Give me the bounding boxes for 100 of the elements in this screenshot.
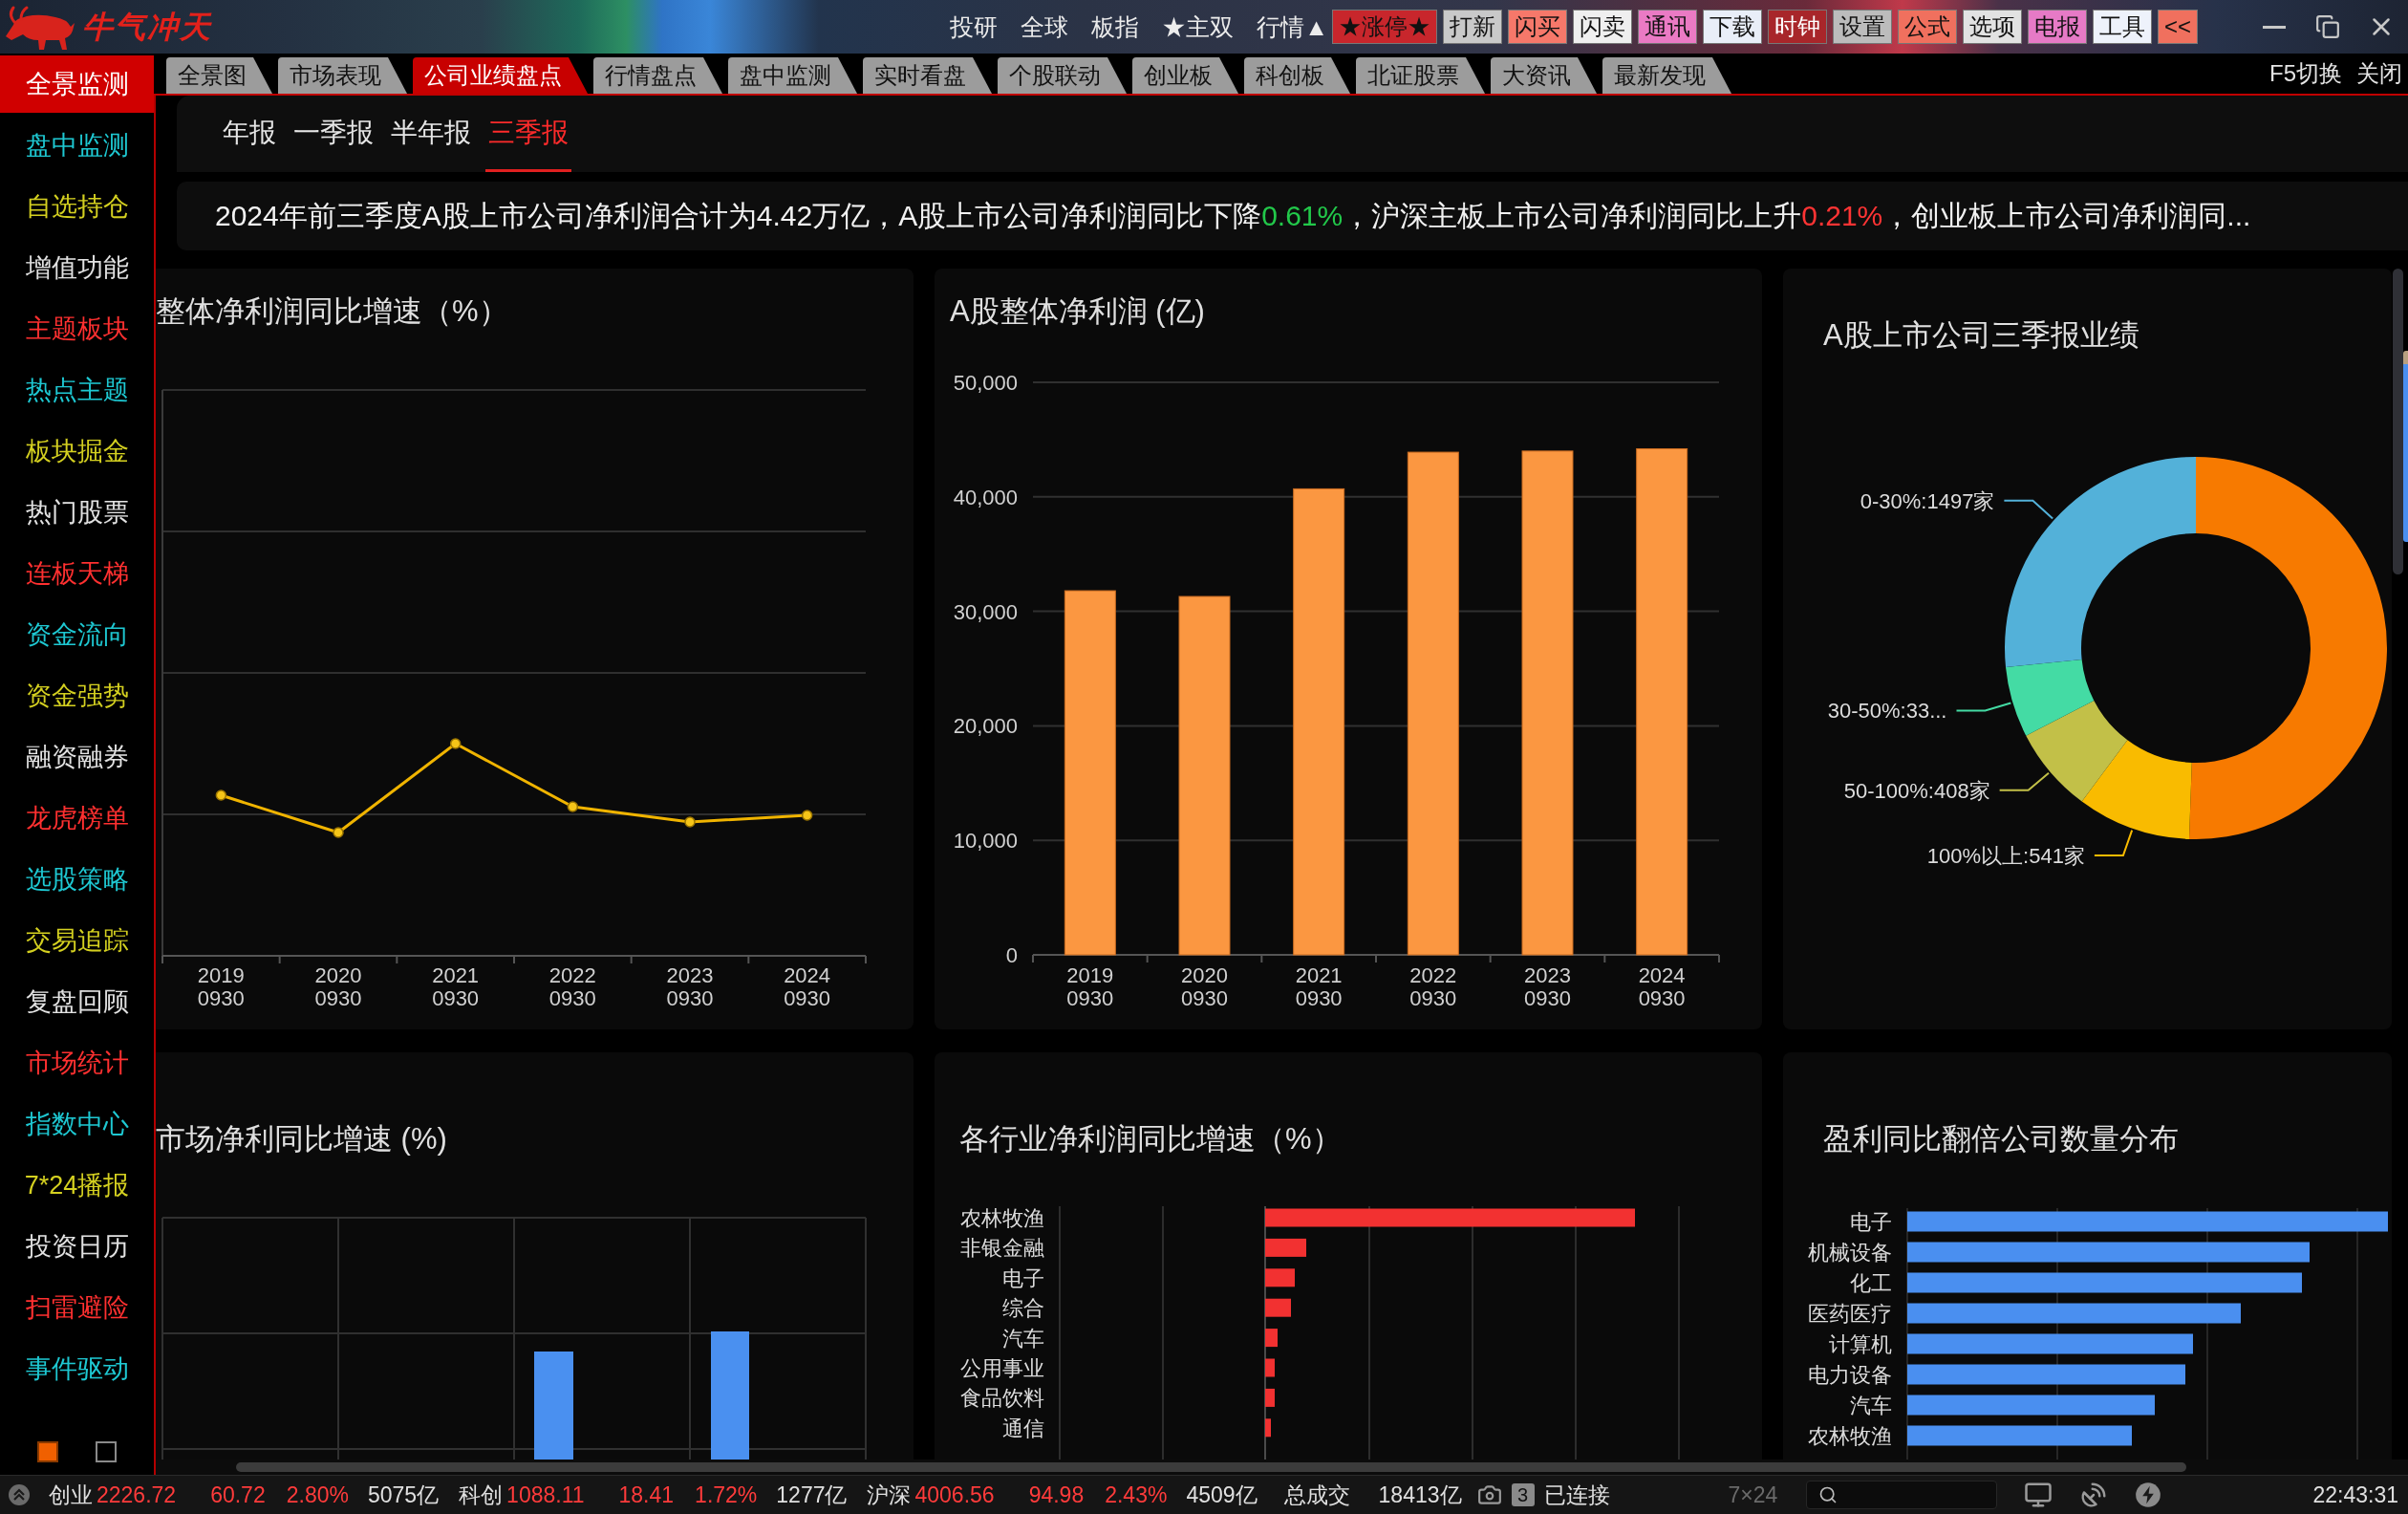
bar: [1265, 1298, 1291, 1317]
index-name: 沪深: [867, 1483, 912, 1506]
app-logo-text: 牛气冲天: [82, 11, 212, 42]
tab[interactable]: 最新发现: [1602, 57, 1731, 94]
toolbar-button[interactable]: 电报: [2027, 10, 2087, 44]
toolbar-button[interactable]: 设置: [1832, 10, 1892, 44]
report-tab[interactable]: 三季报: [485, 96, 571, 172]
monitor-icon[interactable]: [2024, 1481, 2053, 1509]
chart-title: 盈利同比翻倍公司数量分布: [1823, 1123, 2179, 1156]
sidebar-item[interactable]: 主题板块: [0, 298, 154, 359]
axis-label: 农林牧渔: [1808, 1424, 1892, 1448]
axis-label: 30,000: [953, 599, 1018, 624]
sidebar-item[interactable]: 复盘回顾: [0, 971, 154, 1032]
axis-label: 计算机: [1829, 1332, 1892, 1356]
panel-action-link[interactable]: F5切换: [2269, 62, 2342, 85]
total-label: 总成交: [1283, 1483, 1350, 1506]
tab[interactable]: 北证股票: [1356, 57, 1485, 94]
report-tab[interactable]: 年报: [220, 96, 279, 172]
sidebar-item[interactable]: 7*24播报: [0, 1155, 154, 1216]
bar: [1265, 1358, 1275, 1377]
sidebar-item[interactable]: 自选持仓: [0, 176, 154, 237]
axis-label: 2019 0930: [1065, 964, 1115, 1010]
tab[interactable]: 个股联动: [998, 57, 1127, 94]
sidebar-item[interactable]: 盘中监测: [0, 115, 154, 176]
tab[interactable]: 市场表现: [278, 57, 407, 94]
tab[interactable]: 行情盘点: [593, 57, 722, 94]
menu-item[interactable]: 行情▲: [1257, 14, 1328, 39]
tab[interactable]: 创业板: [1132, 57, 1238, 94]
sidebar-item[interactable]: 增值功能: [0, 237, 154, 298]
index-amount: 4509亿: [1186, 1483, 1258, 1506]
index-percent: 2.80%: [286, 1483, 349, 1506]
menu-item[interactable]: 全球: [1021, 14, 1069, 39]
sidebar-item[interactable]: 龙虎榜单: [0, 788, 154, 849]
toolbar-button[interactable]: 时钟: [1767, 10, 1827, 44]
toolbar-button[interactable]: 工具: [2092, 10, 2152, 44]
report-tab[interactable]: 一季报: [290, 96, 376, 172]
toolbar-button[interactable]: 选项: [1962, 10, 2022, 44]
index-amount: 1277亿: [776, 1483, 848, 1506]
sidebar-item[interactable]: 热点主题: [0, 359, 154, 421]
panel-action-link[interactable]: 关闭: [2356, 62, 2402, 85]
tab[interactable]: 公司业绩盘点: [413, 57, 588, 94]
toolbar-button[interactable]: 下载: [1702, 10, 1762, 44]
toolbar-button[interactable]: 公式: [1897, 10, 1957, 44]
sidebar-item[interactable]: 资金流向: [0, 604, 154, 665]
axis-label: 食品饮料: [960, 1386, 1044, 1411]
index-percent: 2.43%: [1105, 1483, 1168, 1506]
sidebar-item[interactable]: 融资融券: [0, 726, 154, 788]
restore-icon: [2315, 14, 2340, 39]
search-icon: [1818, 1485, 1838, 1504]
summary-text: 2024年前三季度A股上市公司净利润合计为4.42万亿，A股上市公司净利润同比下降0.61%，沪深主板上市公司净利润同比上升0.21%，创业板上市公司净利润同...: [215, 202, 2251, 230]
tab[interactable]: 大资讯: [1491, 57, 1597, 94]
sidebar-item[interactable]: 市场统计: [0, 1032, 154, 1093]
axis-label: 0: [1005, 943, 1018, 964]
sidebar-item[interactable]: 交易追踪: [0, 910, 154, 971]
data-point: [801, 810, 813, 821]
tab[interactable]: 科创板: [1244, 57, 1350, 94]
axis-label: 2021 0930: [431, 964, 481, 1010]
slice-label: 30-50%:33...: [1827, 699, 1947, 724]
lightning-icon[interactable]: [2135, 1482, 2162, 1508]
tab[interactable]: 全景图: [166, 57, 272, 94]
scrollbar-thumb[interactable]: [2393, 269, 2403, 574]
sidebar-item[interactable]: 选股策略: [0, 849, 154, 910]
axis-label: 汽车: [1002, 1326, 1044, 1351]
sidebar-item[interactable]: 投资日历: [0, 1216, 154, 1277]
sidebar-item[interactable]: 扫雷避险: [0, 1277, 154, 1338]
sidebar-item[interactable]: 事件驱动: [0, 1338, 154, 1399]
tab[interactable]: 实时看盘: [863, 57, 992, 94]
page-indicator-icon[interactable]: [96, 1441, 117, 1462]
report-tab[interactable]: 半年报: [388, 96, 474, 172]
chart-title: 各行业净利润同比增速（%）: [959, 1123, 1342, 1156]
index-change: 94.98: [1028, 1483, 1085, 1506]
scrollbar-thumb[interactable]: [236, 1462, 2186, 1472]
menu-item[interactable]: 投研: [950, 14, 999, 39]
toolbar-button[interactable]: 闪卖: [1572, 10, 1632, 44]
leader-line: [1955, 702, 2012, 712]
tab[interactable]: 盘中监测: [728, 57, 857, 94]
data-point: [333, 827, 344, 838]
axis-label: 汽车: [1850, 1394, 1892, 1417]
sidebar-item[interactable]: 资金强势: [0, 665, 154, 726]
camera-icon[interactable]: [1476, 1482, 1502, 1507]
slice-label: 100%以上:541家: [1926, 844, 2085, 869]
search-field[interactable]: [1806, 1481, 1998, 1509]
side-panel-handle[interactable]: [2403, 351, 2408, 542]
chart-title: 市场净利同比增速 (%): [156, 1123, 447, 1156]
axis-label: 10,000: [953, 829, 1018, 854]
toolbar-button[interactable]: 通讯: [1637, 10, 1697, 44]
toolbar-button[interactable]: 打新: [1442, 10, 1502, 44]
sidebar-item[interactable]: 全景监测: [0, 55, 154, 113]
sidebar-item[interactable]: 连板天梯: [0, 543, 154, 604]
menu-item[interactable]: ★主双: [1162, 14, 1235, 39]
sidebar-item[interactable]: 板块掘金: [0, 421, 154, 482]
double-chevron-up-icon[interactable]: [8, 1483, 31, 1506]
axis-label: 2024 0930: [1637, 964, 1687, 1010]
toolbar-button[interactable]: <<: [2157, 10, 2198, 44]
sidebar-item[interactable]: 指数中心: [0, 1093, 154, 1155]
toolbar-button[interactable]: 闪买: [1507, 10, 1567, 44]
sidebar-item[interactable]: 热门股票: [0, 482, 154, 543]
menu-item[interactable]: 板指: [1091, 14, 1140, 39]
leader-line: [2003, 499, 2054, 520]
clock-text: 22:43:31: [2312, 1483, 2398, 1506]
